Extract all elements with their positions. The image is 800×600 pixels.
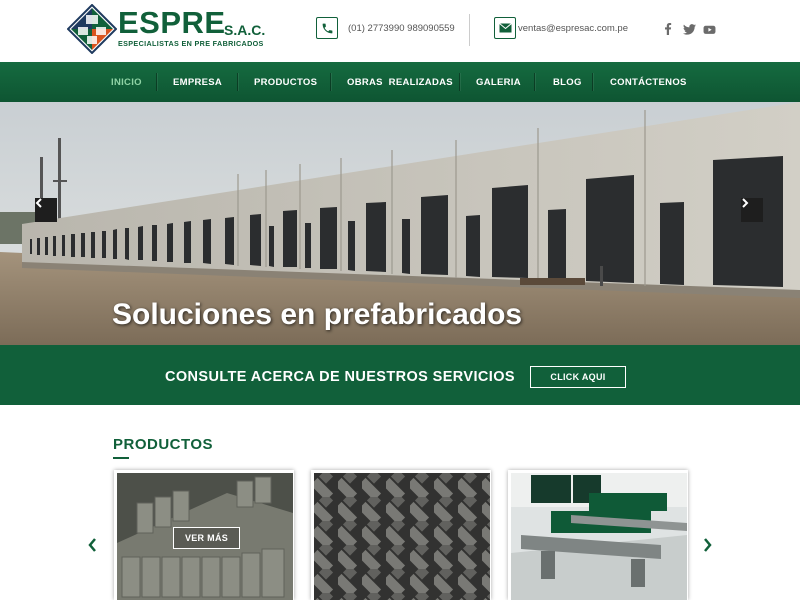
ver-mas-button[interactable]: VER MÁS: [173, 527, 240, 549]
product-card[interactable]: VER MÁS: [114, 470, 294, 600]
phone-icon: [316, 17, 338, 39]
chevron-right-icon: [703, 538, 712, 552]
section-title: PRODUCTOS: [113, 436, 214, 453]
brand-tagline: ESPECIALISTAS EN PRE FABRICADOS: [118, 39, 264, 48]
hero-caption: Soluciones en prefabricados: [112, 298, 523, 331]
chevron-left-icon: [35, 198, 42, 208]
nav-item-blog[interactable]: BLOG: [553, 62, 582, 102]
logo[interactable]: ESPRE S.A.C. ESPECIALISTAS EN PRE FABRIC…: [67, 4, 266, 54]
nav-separator: [330, 73, 331, 91]
nav-item-productos[interactable]: PRODUCTOS: [254, 62, 317, 102]
nav-item-empresa[interactable]: EMPRESA: [173, 62, 222, 102]
hero-slider: Soluciones en prefabricados: [0, 102, 800, 345]
chevron-right-icon: [742, 198, 749, 208]
youtube-icon[interactable]: [702, 22, 716, 36]
carousel-next-button[interactable]: [700, 535, 714, 555]
product-image: [314, 473, 490, 600]
product-image: [511, 473, 687, 600]
slider-next-button[interactable]: [741, 198, 763, 222]
nav-separator: [156, 73, 157, 91]
nav-item-inicio[interactable]: INICIO: [111, 62, 142, 102]
envelope-icon: [494, 17, 516, 39]
twitter-icon[interactable]: [682, 22, 696, 36]
nav-separator: [459, 73, 460, 91]
logo-mark-icon: [67, 4, 117, 54]
nav-item-contactenos[interactable]: CONTÁCTENOS: [610, 62, 687, 102]
nav-separator: [534, 73, 535, 91]
nav-separator: [237, 73, 238, 91]
cta-band: CONSULTE ACERCA DE NUESTROS SERVICIOS CL…: [0, 345, 800, 405]
nav-separator: [592, 73, 593, 91]
product-card[interactable]: [508, 470, 688, 600]
main-nav: INICIO EMPRESA PRODUCTOS OBRAS REALIZADA…: [0, 62, 800, 102]
slider-prev-button[interactable]: [35, 198, 57, 222]
facebook-icon[interactable]: [661, 22, 675, 36]
brand-suffix: S.A.C.: [224, 22, 266, 38]
divider: [469, 14, 470, 46]
brand-name: ESPRE: [118, 5, 226, 40]
chevron-left-icon: [87, 538, 96, 552]
product-card[interactable]: [311, 470, 491, 600]
title-underline: [113, 457, 129, 459]
click-aqui-button[interactable]: CLICK AQUI: [530, 366, 626, 388]
top-bar: ESPRE S.A.C. ESPECIALISTAS EN PRE FABRIC…: [0, 0, 800, 62]
email-link[interactable]: ventas@espresac.com.pe: [518, 23, 628, 34]
nav-item-obras-realizadas[interactable]: OBRAS REALIZADAS: [347, 62, 453, 102]
nav-item-galeria[interactable]: GALERIA: [476, 62, 521, 102]
carousel-prev-button[interactable]: [85, 535, 99, 555]
phone-numbers[interactable]: (01) 2773990 989090559: [348, 23, 455, 34]
cta-text: CONSULTE ACERCA DE NUESTROS SERVICIOS: [165, 369, 515, 385]
